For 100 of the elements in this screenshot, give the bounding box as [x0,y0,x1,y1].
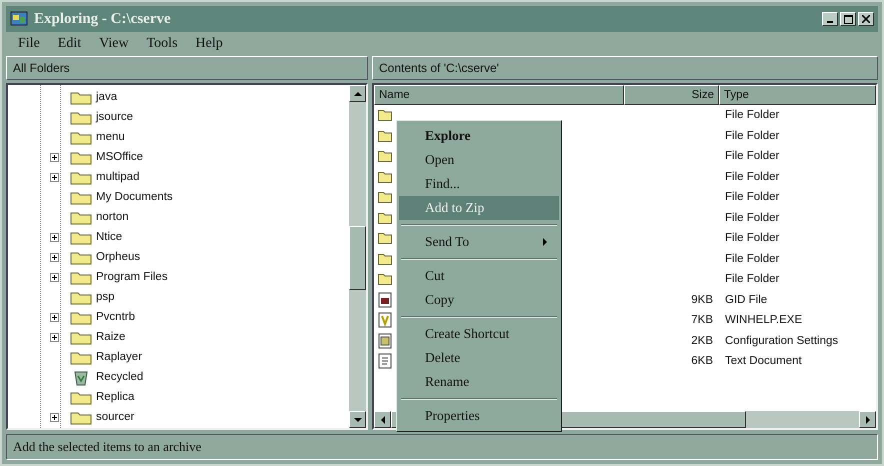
menu-bar-entry[interactable]: Edit [58,36,82,52]
tree-item[interactable]: My Documents [96,191,173,203]
expand-icon[interactable] [50,272,59,282]
file-size: 7KB [691,314,713,326]
maximize-button[interactable] [840,12,856,26]
tree-item[interactable]: menu [96,131,125,143]
context-menu-item[interactable]: Find... [399,172,559,196]
folder-icon [70,110,92,124]
maximize-icon [844,14,852,24]
folder-icon [70,90,92,104]
file-size: 2KB [691,334,713,347]
tree-item[interactable]: norton [96,211,129,223]
explorer-icon [10,11,28,27]
document-icon [378,292,392,308]
tree-item[interactable]: Program Files [96,271,168,283]
folder-icon [70,190,92,204]
folder-icon [70,390,92,404]
tree-item[interactable]: Replica [96,391,134,403]
folder-icon [378,150,392,162]
status-bar: Add the selected items to an archive [6,434,878,460]
close-button[interactable] [858,12,874,26]
scroll-right-button[interactable] [859,411,876,428]
context-menu-item[interactable]: Properties [399,404,559,428]
tree-item[interactable]: multipad [96,171,140,183]
context-menu-item[interactable]: Create Shortcut [399,322,559,346]
menu-bar-entry[interactable]: File [18,36,40,52]
folder-icon [70,210,92,224]
folder-icon [378,170,392,183]
tree-item[interactable]: Raplayer [96,351,142,363]
column-header[interactable]: Type [719,85,876,105]
file-type: Configuration Settings [725,334,838,347]
folder-icon [70,270,92,284]
folder-icon [70,410,92,424]
folder-icon [70,150,92,164]
file-type: File Folder [725,212,780,224]
folder-icon [70,350,92,364]
expand-icon[interactable] [50,332,59,342]
submenu-arrow-icon [543,238,547,246]
folder-icon [70,310,92,324]
context-menu-item[interactable]: Explore [399,124,559,148]
scroll-down-button[interactable] [349,411,366,428]
context-menu-item[interactable]: Copy [399,288,559,312]
scroll-left-button[interactable] [374,411,391,428]
folder-icon [378,212,392,224]
tree-item[interactable]: Recycled [96,371,144,383]
folder-icon [378,232,392,244]
folder-icon [70,250,92,264]
file-type: File Folder [725,150,780,162]
context-menu-item[interactable]: Delete [399,346,559,370]
expand-icon[interactable] [50,232,59,242]
text-file-icon [378,353,392,370]
folder-icon [70,330,92,344]
expand-icon[interactable] [50,412,59,422]
tree-item[interactable]: Orpheus [96,251,140,263]
expand-icon[interactable] [50,252,59,262]
tree-item[interactable]: sourcer [96,411,134,423]
column-header[interactable]: Size [624,85,719,105]
tree-item[interactable]: java [96,91,118,103]
expand-icon[interactable] [50,312,59,322]
tree-item[interactable]: jsource [96,111,134,123]
tree-item[interactable]: Raize [96,331,126,343]
folder-icon [70,230,92,244]
context-menu-item[interactable]: Open [399,148,559,172]
tree-item[interactable]: MSOffice [96,151,144,163]
folder-icon [70,170,92,184]
window-title: Exploring - C:\cserve [34,10,172,28]
pane-header: All Folders [6,56,368,80]
context-menu-item[interactable]: Rename [399,370,559,394]
file-type: File Folder [725,130,780,142]
scroll-thumb[interactable] [349,226,366,290]
help-file-icon [378,312,392,328]
folder-icon [378,130,392,142]
file-size: 6KB [691,355,713,368]
expand-icon[interactable] [50,172,59,182]
column-header[interactable]: Name [374,85,624,105]
file-type: File Folder [725,252,780,265]
context-menu-item[interactable]: Add to Zip [399,196,559,220]
close-icon [862,15,870,23]
folder-icon [70,130,92,144]
expand-icon[interactable] [50,152,59,162]
folder-icon [70,290,92,304]
folder-icon [378,191,392,204]
folder-icon [378,109,392,122]
scroll-up-button[interactable] [349,85,366,102]
tree-item[interactable]: psp [96,291,115,303]
menu-bar-entry[interactable]: Tools [146,36,178,52]
tree-item[interactable]: Ntice [96,231,122,243]
file-type: File Folder [725,273,780,286]
tree-item[interactable]: Pvcntrb [96,311,135,323]
file-type: File Folder [725,109,780,122]
menu-bar-entry[interactable]: View [99,36,129,52]
file-size: 9KB [691,294,713,306]
context-menu-item[interactable]: Send To [399,230,559,254]
file-type: File Folder [725,170,780,183]
file-type: File Folder [725,191,780,204]
vertical-scrollbar[interactable] [349,85,366,428]
menu-bar-entry[interactable]: Help [196,36,223,52]
minimize-button[interactable] [822,12,838,26]
context-menu-item[interactable]: Cut [399,264,559,288]
file-type: File Folder [725,232,780,244]
